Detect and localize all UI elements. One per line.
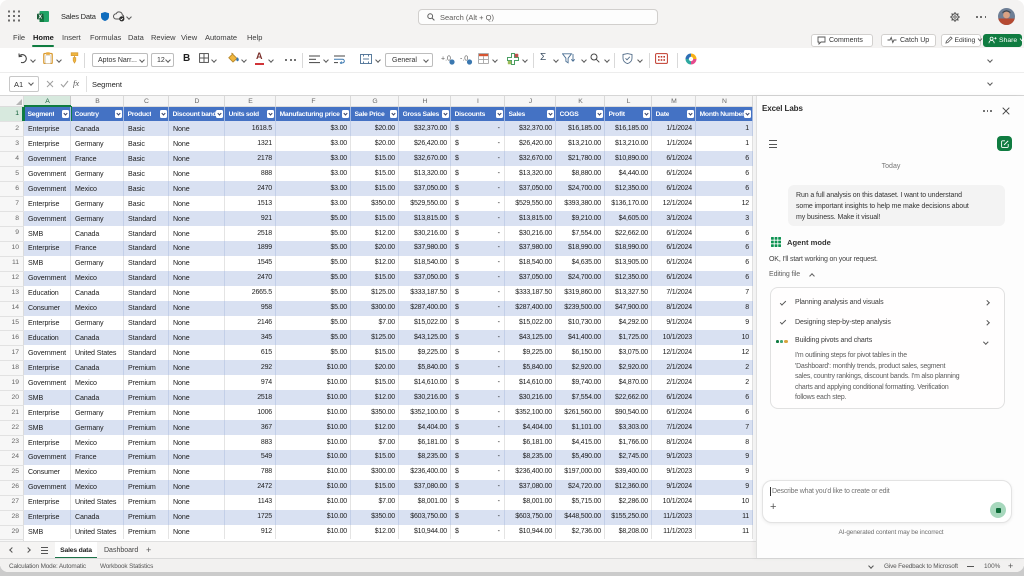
svg-text:X: X [38, 15, 42, 21]
